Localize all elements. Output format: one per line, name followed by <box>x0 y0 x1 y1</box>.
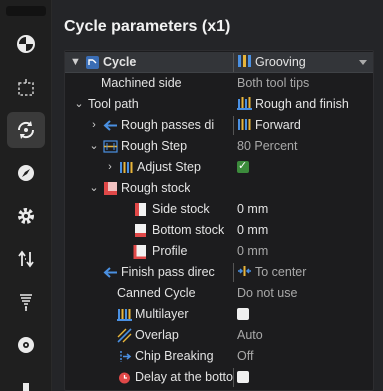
arrow-left-icon <box>103 120 117 131</box>
row-label: Chip Breaking <box>135 349 214 363</box>
chevron-down-icon[interactable]: ⌄ <box>74 94 84 115</box>
pie-chart-icon[interactable] <box>7 26 45 62</box>
bottom-stock-icon <box>135 224 146 237</box>
side-stock-icon <box>135 203 146 216</box>
row-value[interactable]: Off <box>237 346 253 367</box>
tree-row-side-stock[interactable]: Side stock 0 mm <box>65 199 373 220</box>
row-label: Canned Cycle <box>117 286 196 300</box>
disc-icon[interactable] <box>7 327 45 363</box>
row-label: Rough stock <box>121 181 191 195</box>
chevron-down-icon[interactable]: ⌄ <box>89 178 99 199</box>
tree-row-adjust-step[interactable]: › Adjust Step <box>65 156 373 178</box>
tree-row-delay-at-bottom[interactable]: Delay at the botto <box>65 367 373 388</box>
rough-finish-icon <box>237 97 252 110</box>
row-label: Overlap <box>135 328 179 342</box>
row-label: Delay at the botto <box>135 370 233 384</box>
row-value[interactable]: Both tool tips <box>237 73 309 94</box>
square-icon[interactable] <box>7 368 45 391</box>
tree-row-machined-side[interactable]: Machined side Both tool tips <box>65 73 373 94</box>
row-value[interactable]: 80 Percent <box>237 136 297 157</box>
tree-row-tool-path[interactable]: ⌄ Tool path Rough and finish <box>65 94 373 115</box>
tool-path-value: Rough and finish <box>255 97 349 111</box>
transfer-arrows-icon[interactable] <box>7 241 45 277</box>
profile-stock-icon <box>133 245 146 259</box>
overlap-icon <box>117 328 132 343</box>
rough-stock-icon <box>104 182 117 195</box>
dashed-box-icon[interactable] <box>7 70 45 106</box>
multilayer-checkbox[interactable] <box>237 308 249 320</box>
tool-path-select[interactable]: Rough and finish <box>237 94 349 115</box>
cycle-refresh-icon[interactable] <box>7 112 45 148</box>
row-value[interactable]: 0 mm <box>237 199 268 220</box>
row-label: Adjust Step <box>137 160 201 174</box>
delay-checkbox[interactable] <box>237 371 249 383</box>
tree-row-profile[interactable]: Profile 0 mm <box>65 241 373 262</box>
parameters-tree: ▼ Cycle Grooving Machined side Both tool… <box>64 50 374 391</box>
tree-row-rough-step[interactable]: ⌄ Rough Step 80 Percent <box>65 136 373 157</box>
gear-icon[interactable] <box>7 198 45 234</box>
row-value[interactable]: Auto <box>237 325 263 346</box>
tree-row-overlap[interactable]: Overlap Auto <box>65 325 373 346</box>
multilayer-icon <box>117 309 132 321</box>
main-panel: Cycle parameters (x1) ▼ Cycle Grooving M… <box>52 0 383 391</box>
column-separator <box>233 263 234 282</box>
timer-icon <box>119 372 130 384</box>
chevron-down-icon[interactable]: ▼ <box>70 52 81 73</box>
tree-row-multilayer[interactable]: Multilayer <box>65 304 373 325</box>
sidebar-top-bar <box>6 6 46 16</box>
cycle-select[interactable]: Grooving <box>237 52 306 73</box>
page-title: Cycle parameters (x1) <box>64 18 231 35</box>
rough-passes-value: Forward <box>255 118 301 132</box>
column-separator <box>233 368 234 387</box>
chevron-down-icon[interactable]: ⌄ <box>89 136 99 157</box>
tree-row-rough-stock[interactable]: ⌄ Rough stock <box>65 178 373 199</box>
sidebar <box>0 0 52 391</box>
grooving-icon <box>238 55 251 67</box>
column-separator <box>233 116 234 135</box>
tree-row-rough-passes-direction[interactable]: › Rough passes di Forward <box>65 115 373 136</box>
arrow-left-icon <box>103 267 117 278</box>
row-label: Bottom stock <box>152 223 225 237</box>
adjust-step-checkbox[interactable] <box>237 156 249 177</box>
cycle-value: Grooving <box>255 55 306 69</box>
chevron-right-icon[interactable]: › <box>105 157 115 178</box>
drill-tool-icon[interactable] <box>7 284 45 320</box>
adjust-step-icon <box>120 162 133 173</box>
row-label: Rough passes di <box>121 118 215 132</box>
row-label: Finish pass direc <box>121 265 215 279</box>
finish-pass-value: To center <box>255 265 307 279</box>
tree-row-cycle[interactable]: ▼ Cycle Grooving <box>65 52 373 73</box>
row-label: Cycle <box>103 55 137 69</box>
tree-row-finish-pass-direction[interactable]: Finish pass direc To center <box>65 262 373 283</box>
chip-breaking-icon <box>120 351 132 362</box>
row-value[interactable]: 0 mm <box>237 241 268 262</box>
chevron-down-icon[interactable] <box>359 60 367 65</box>
row-label: Machined side <box>101 76 182 90</box>
to-center-icon <box>238 266 251 276</box>
chevron-right-icon[interactable]: › <box>89 115 99 136</box>
rough-passes-select[interactable]: Forward <box>237 115 301 136</box>
row-value[interactable]: 0 mm <box>237 220 268 241</box>
forward-passes-icon <box>238 119 251 130</box>
row-label: Tool path <box>88 97 139 111</box>
row-label: Profile <box>152 244 188 258</box>
column-separator <box>233 53 234 72</box>
tree-row-canned-cycle[interactable]: Canned Cycle Do not use <box>65 283 373 304</box>
compass-icon[interactable] <box>7 155 45 191</box>
row-value[interactable]: Do not use <box>237 283 297 304</box>
tree-row-chip-breaking[interactable]: Chip Breaking Off <box>65 346 373 367</box>
row-label: Side stock <box>152 202 210 216</box>
row-label: Rough Step <box>121 139 188 153</box>
row-label: Multilayer <box>135 307 189 321</box>
finish-pass-select[interactable]: To center <box>237 262 306 283</box>
cycle-node-icon <box>86 56 99 69</box>
tree-row-bottom-stock[interactable]: Bottom stock 0 mm <box>65 220 373 241</box>
rough-step-icon <box>103 140 118 153</box>
